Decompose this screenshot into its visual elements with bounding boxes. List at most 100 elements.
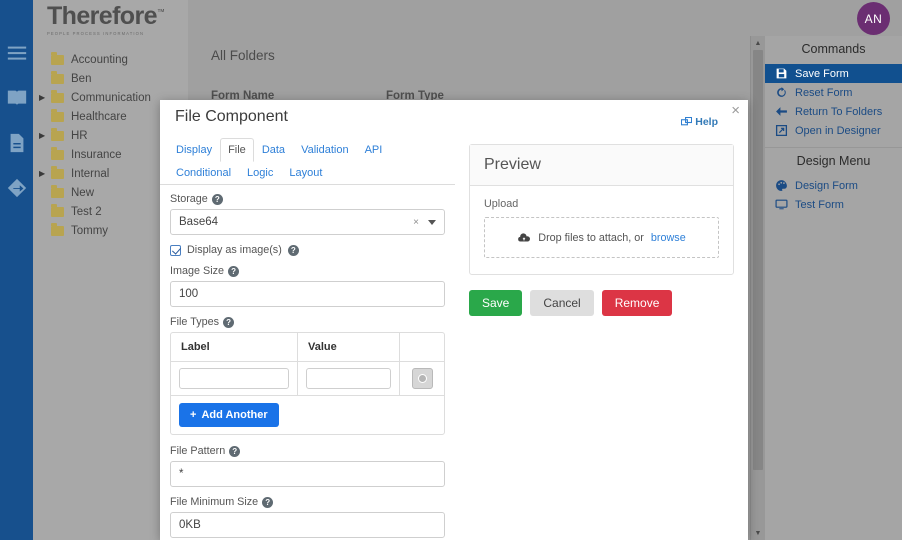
close-icon[interactable]: × (731, 103, 740, 118)
dialog-settings-pane: Display File Data Validation API Conditi… (160, 134, 455, 540)
refresh-icon (775, 86, 788, 99)
remove-row-button[interactable] (412, 368, 433, 389)
dialog-tabs: Display File Data Validation API Conditi… (160, 134, 455, 185)
app-logo: Therefore™ PEOPLE PROCESS INFORMATION (33, 0, 188, 40)
storage-value: Base64 (179, 216, 218, 228)
book-icon[interactable] (6, 87, 28, 109)
logo-tagline: PEOPLE PROCESS INFORMATION (47, 31, 188, 36)
file-settings-body: Storage ? Base64 × Display as image(s) ? (160, 185, 455, 538)
help-tooltip-icon[interactable]: ? (229, 446, 240, 457)
page-title: All Folders (211, 48, 275, 63)
design-menu-test-form[interactable]: Test Form (765, 195, 902, 214)
help-tooltip-icon[interactable]: ? (262, 497, 273, 508)
command-label: Open in Designer (795, 125, 881, 137)
page-scrollbar[interactable]: ▲ ▼ (750, 36, 765, 540)
folder-icon (51, 93, 64, 103)
dialog-preview-pane: Preview Upload Drop files to attach, or … (455, 134, 748, 540)
remove-button[interactable]: Remove (602, 290, 673, 316)
command-return-to-folders[interactable]: Return To Folders (765, 102, 902, 121)
help-link[interactable]: Help (681, 116, 718, 128)
tree-item-label: New (71, 187, 94, 199)
cancel-button[interactable]: Cancel (530, 290, 593, 316)
tab-validation[interactable]: Validation (293, 138, 357, 162)
hamburger-menu-icon[interactable] (6, 42, 28, 64)
folder-icon (51, 169, 64, 179)
file-dropzone[interactable]: Drop files to attach, or browse (484, 217, 719, 258)
file-types-col-actions (400, 333, 444, 361)
document-icon[interactable] (6, 132, 28, 154)
file-types-label-text: File Types (170, 316, 219, 328)
file-pattern-input[interactable]: * (170, 461, 445, 487)
file-component-dialog: File Component × Help Display File Data … (160, 100, 748, 540)
design-menu-design-form[interactable]: Design Form (765, 176, 902, 195)
command-save-form[interactable]: Save Form (765, 64, 902, 83)
clear-selection-icon[interactable]: × (413, 217, 419, 228)
help-tooltip-icon[interactable]: ? (228, 266, 239, 277)
command-label: Return To Folders (795, 106, 882, 118)
monitor-icon (775, 198, 788, 211)
tab-logic[interactable]: Logic (239, 161, 281, 185)
tree-item-label: Tommy (71, 225, 108, 237)
folder-icon (51, 188, 64, 198)
tree-item-label: Test 2 (71, 206, 102, 218)
tab-file[interactable]: File (220, 138, 254, 162)
user-avatar[interactable]: AN (857, 2, 890, 35)
tab-layout[interactable]: Layout (281, 161, 330, 185)
scroll-up-icon[interactable]: ▲ (751, 36, 765, 50)
tab-data[interactable]: Data (254, 138, 293, 162)
preview-card: Preview Upload Drop files to attach, or … (469, 144, 734, 275)
expand-arrow-icon[interactable]: ▶ (39, 93, 51, 102)
folder-icon (51, 207, 64, 217)
folder-icon (51, 112, 64, 122)
icon-rail (0, 0, 33, 540)
command-reset-form[interactable]: Reset Form (765, 83, 902, 102)
command-open-in-designer[interactable]: Open in Designer (765, 121, 902, 140)
tree-item[interactable]: Ben (33, 69, 188, 88)
expand-arrow-icon[interactable]: ▶ (39, 169, 51, 178)
help-tooltip-icon[interactable]: ? (223, 317, 234, 328)
commands-panel: Commands Save Form Reset Form Return To … (765, 36, 902, 540)
file-type-value-input[interactable] (306, 368, 391, 389)
file-types-label: File Types ? (170, 316, 445, 328)
remove-circle-icon (418, 374, 427, 383)
palette-icon (775, 179, 788, 192)
tree-item-label: Healthcare (71, 111, 127, 123)
display-as-images-row[interactable]: Display as image(s) ? (170, 244, 445, 256)
file-type-label-input[interactable] (179, 368, 289, 389)
tab-display[interactable]: Display (168, 138, 220, 162)
display-as-images-checkbox[interactable] (170, 245, 181, 256)
file-type-action-cell (400, 362, 444, 395)
help-tooltip-icon[interactable]: ? (212, 194, 223, 205)
logo-text: Therefore (47, 2, 157, 30)
browse-link[interactable]: browse (651, 232, 686, 244)
commands-title: Commands (765, 36, 902, 64)
dialog-title: File Component (175, 108, 288, 126)
file-types-footer: + Add Another (171, 396, 444, 434)
file-minimum-size-input[interactable]: 0KB (170, 512, 445, 538)
application-window: Therefore™ PEOPLE PROCESS INFORMATION Ac… (0, 0, 902, 540)
tree-item[interactable]: Accounting (33, 50, 188, 69)
workflow-icon[interactable] (6, 177, 28, 199)
tree-item-label: Insurance (71, 149, 122, 161)
tab-api[interactable]: API (357, 138, 391, 162)
image-size-label-text: Image Size (170, 265, 224, 277)
chevron-down-icon[interactable] (428, 220, 436, 225)
scroll-down-icon[interactable]: ▼ (751, 526, 765, 540)
file-type-value-cell (298, 362, 400, 395)
save-icon (775, 67, 788, 80)
preview-title: Preview (470, 145, 733, 186)
help-label: Help (695, 116, 718, 128)
image-size-label: Image Size ? (170, 265, 445, 277)
file-types-col-label: Label (171, 333, 298, 361)
storage-select[interactable]: Base64 × (170, 209, 445, 235)
plus-icon: + (190, 409, 196, 421)
save-button[interactable]: Save (469, 290, 522, 316)
scrollbar-thumb[interactable] (753, 50, 763, 470)
expand-arrow-icon[interactable]: ▶ (39, 131, 51, 140)
external-link-icon (775, 124, 788, 137)
help-tooltip-icon[interactable]: ? (288, 245, 299, 256)
image-size-input[interactable]: 100 (170, 281, 445, 307)
add-another-button[interactable]: + Add Another (179, 403, 279, 427)
tab-conditional[interactable]: Conditional (168, 161, 239, 185)
file-types-col-value: Value (298, 333, 400, 361)
